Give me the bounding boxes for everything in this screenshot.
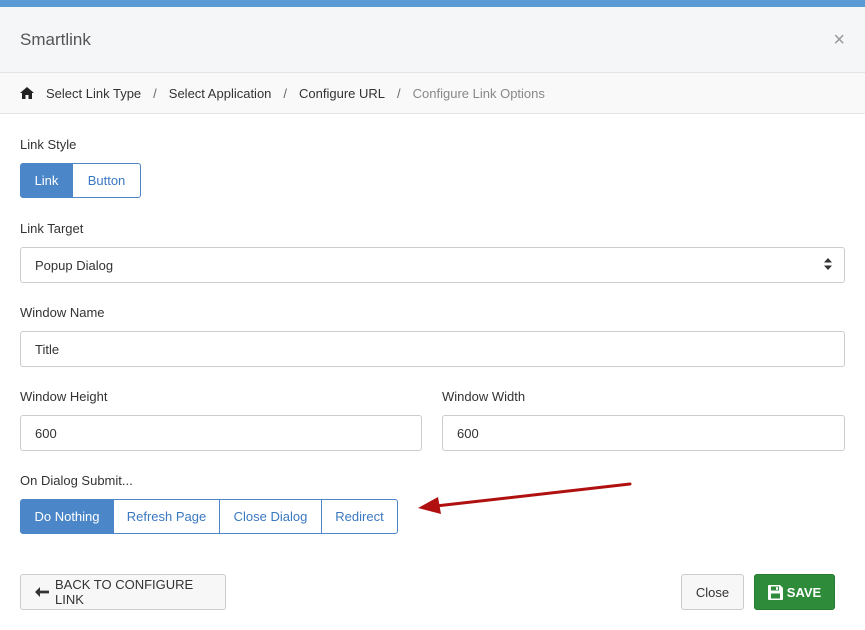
breadcrumb-select-application[interactable]: Select Application (169, 86, 272, 101)
dialog-title: Smartlink (20, 29, 91, 49)
window-name-input[interactable]: Title (20, 331, 845, 367)
window-height-label: Window Height (20, 389, 108, 404)
on-submit-label: On Dialog Submit... (20, 473, 133, 488)
close-icon[interactable]: × (833, 30, 845, 50)
annotation-arrow (418, 482, 632, 514)
back-to-configure-link-button[interactable]: BACK TO CONFIGURE LINK (20, 574, 226, 610)
redirect-button[interactable]: Redirect (322, 499, 398, 534)
arrow-left-icon (35, 587, 49, 597)
on-submit-group: Do Nothing Refresh Page Close Dialog Red… (20, 499, 398, 534)
smartlink-dialog: Smartlink × Select Link Type / Select Ap… (0, 0, 865, 630)
close-button[interactable]: Close (681, 574, 744, 610)
do-nothing-button[interactable]: Do Nothing (20, 499, 114, 534)
breadcrumb-configure-url[interactable]: Configure URL (299, 86, 385, 101)
breadcrumb-separator: / (397, 85, 401, 101)
back-button-label: BACK TO CONFIGURE LINK (55, 577, 194, 607)
link-style-button-button[interactable]: Button (73, 163, 141, 198)
window-height-value: 600 (35, 425, 57, 441)
breadcrumb-separator: / (153, 85, 157, 101)
link-style-group: Link Button (20, 163, 141, 198)
link-target-select[interactable]: Popup Dialog (20, 247, 845, 283)
window-width-label: Window Width (442, 389, 526, 404)
breadcrumb-separator: / (283, 85, 288, 101)
window-name-label: Window Name (20, 305, 105, 320)
window-height-input[interactable]: 600 (20, 415, 422, 451)
breadcrumb-select-link-type[interactable]: Select Link Type (46, 86, 141, 101)
top-accent-bar (0, 0, 865, 7)
window-name-value: Title (35, 341, 60, 357)
link-target-value: Popup Dialog (35, 257, 114, 273)
window-width-input[interactable]: 600 (442, 415, 845, 451)
home-icon[interactable] (20, 87, 34, 99)
refresh-page-button[interactable]: Refresh Page (114, 499, 220, 534)
save-button-label: SAVE (786, 584, 822, 600)
floppy-disk-icon (767, 584, 783, 600)
link-style-link-button[interactable]: Link (20, 163, 73, 198)
close-dialog-button[interactable]: Close Dialog (220, 499, 322, 534)
dialog-header: Smartlink × (0, 7, 865, 73)
breadcrumb-current: Configure Link Options (412, 85, 545, 101)
link-target-label: Link Target (20, 221, 84, 236)
select-arrows-icon (824, 257, 832, 273)
breadcrumb: Select Link Type / Select Application / … (0, 73, 865, 114)
window-width-value: 600 (457, 425, 479, 441)
link-style-label: Link Style (20, 137, 77, 152)
save-button[interactable]: SAVE (754, 574, 835, 610)
